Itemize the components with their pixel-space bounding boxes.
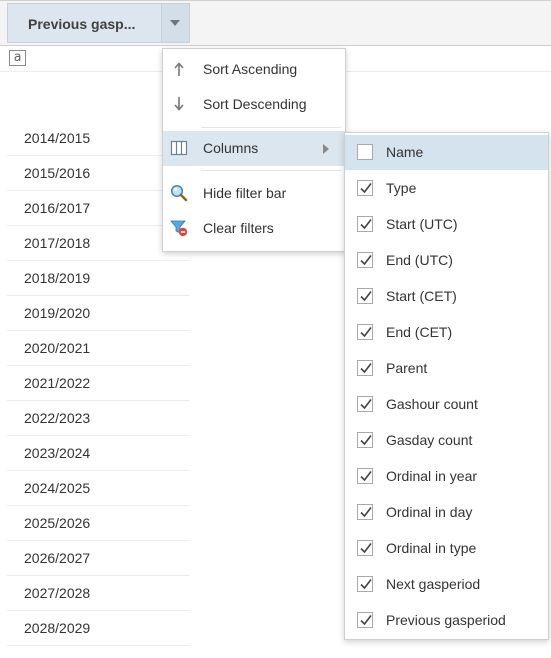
column-toggle-item[interactable]: End (UTC) bbox=[345, 243, 548, 278]
column-toggle-label: Gasday count bbox=[386, 432, 473, 448]
column-toggle-label: Ordinal in year bbox=[386, 468, 478, 484]
table-row[interactable]: 2027/2028 bbox=[7, 576, 190, 611]
arrow-up-icon bbox=[170, 60, 188, 78]
chevron-down-icon bbox=[170, 20, 180, 26]
column-toggle-label: End (CET) bbox=[386, 324, 453, 340]
text-filter-icon[interactable]: a bbox=[9, 50, 26, 66]
menu-item-label: Hide filter bar bbox=[203, 185, 287, 201]
checkbox-checked[interactable] bbox=[357, 360, 373, 376]
column-toggle-item[interactable]: Name bbox=[345, 135, 548, 170]
checkmark-icon bbox=[359, 541, 373, 558]
table-row[interactable]: 2024/2025 bbox=[7, 471, 190, 506]
column-toggle-item[interactable]: Ordinal in year bbox=[345, 459, 548, 494]
menu-item-sort-ascending[interactable]: Sort Ascending bbox=[163, 52, 345, 87]
column-toggle-label: Name bbox=[386, 144, 424, 160]
checkbox-unchecked[interactable] bbox=[357, 144, 373, 160]
checkmark-icon bbox=[359, 433, 373, 450]
arrow-down-icon bbox=[170, 95, 188, 113]
columns-icon bbox=[170, 139, 188, 157]
table-row[interactable]: 2019/2020 bbox=[7, 296, 190, 331]
menu-item-clear-filters[interactable]: Clear filters bbox=[163, 211, 345, 246]
checkbox-checked[interactable] bbox=[357, 396, 373, 412]
column-toggle-item[interactable]: Gasday count bbox=[345, 423, 548, 458]
column-toggle-item[interactable]: Next gasperiod bbox=[345, 567, 548, 602]
column-toggle-item[interactable]: Start (CET) bbox=[345, 279, 548, 314]
column-toggle-item[interactable]: Ordinal in day bbox=[345, 495, 548, 530]
column-toggle-item[interactable]: Ordinal in type bbox=[345, 531, 548, 566]
column-toggle-item[interactable]: Parent bbox=[345, 351, 548, 386]
checkbox-checked[interactable] bbox=[357, 504, 373, 520]
checkbox-checked[interactable] bbox=[357, 180, 373, 196]
column-toggle-item[interactable]: Start (UTC) bbox=[345, 207, 548, 242]
chevron-right-icon bbox=[323, 144, 329, 154]
menu-item-sort-descending[interactable]: Sort Descending bbox=[163, 87, 345, 122]
grid-view: Previous gasp... a 2014/2015 2015/2016 201… bbox=[0, 0, 551, 658]
table-row[interactable]: 2018/2019 bbox=[7, 261, 190, 296]
menu-separator bbox=[201, 127, 341, 128]
checkmark-icon bbox=[359, 361, 373, 378]
columns-submenu: Name Type Start (UTC) End (UTC) Start (CET) E… bbox=[344, 132, 549, 640]
checkbox-checked[interactable] bbox=[357, 432, 373, 448]
menu-item-label: Sort Descending bbox=[203, 96, 307, 112]
column-toggle-label: Gashour count bbox=[386, 396, 478, 412]
column-toggle-item[interactable]: End (CET) bbox=[345, 315, 548, 350]
table-row[interactable]: 2021/2022 bbox=[7, 366, 190, 401]
menu-item-hide-filter-bar[interactable]: Hide filter bar bbox=[163, 176, 345, 211]
column-toggle-label: Start (CET) bbox=[386, 288, 457, 304]
column-menu-trigger[interactable] bbox=[161, 4, 189, 42]
menu-separator bbox=[201, 170, 341, 171]
checkbox-checked[interactable] bbox=[357, 540, 373, 556]
column-menu: Sort Ascending Sort Descending Columns H… bbox=[162, 48, 346, 252]
magnifier-icon bbox=[170, 184, 188, 202]
checkbox-checked[interactable] bbox=[357, 252, 373, 268]
column-header-previous-gasperiod[interactable]: Previous gasp... bbox=[7, 3, 190, 43]
checkmark-icon bbox=[359, 325, 373, 342]
checkmark-icon bbox=[359, 577, 373, 594]
menu-item-label: Clear filters bbox=[203, 220, 274, 236]
column-toggle-label: Start (UTC) bbox=[386, 216, 458, 232]
table-row[interactable]: 2020/2021 bbox=[7, 331, 190, 366]
checkmark-icon bbox=[359, 469, 373, 486]
column-header-title: Previous gasp... bbox=[28, 16, 136, 32]
column-toggle-item[interactable]: Previous gasperiod bbox=[345, 603, 548, 638]
checkmark-icon bbox=[359, 613, 373, 630]
column-toggle-label: Previous gasperiod bbox=[386, 612, 506, 628]
menu-item-label: Columns bbox=[203, 140, 259, 156]
checkbox-checked[interactable] bbox=[357, 468, 373, 484]
table-row[interactable]: 2026/2027 bbox=[7, 541, 190, 576]
grid-header: Previous gasp... bbox=[0, 0, 551, 46]
column-toggle-label: Ordinal in type bbox=[386, 540, 477, 556]
column-toggle-label: Ordinal in day bbox=[386, 504, 473, 520]
table-row[interactable]: 2028/2029 bbox=[7, 611, 190, 646]
funnel-clear-icon bbox=[170, 219, 188, 237]
column-toggle-item[interactable]: Type bbox=[345, 171, 548, 206]
table-row[interactable]: 2025/2026 bbox=[7, 506, 190, 541]
menu-item-columns[interactable]: Columns bbox=[163, 131, 345, 166]
checkmark-icon bbox=[359, 253, 373, 270]
checkmark-icon bbox=[359, 505, 373, 522]
checkmark-icon bbox=[359, 289, 373, 306]
column-toggle-item[interactable]: Gashour count bbox=[345, 387, 548, 422]
column-toggle-label: Type bbox=[386, 180, 417, 196]
checkbox-checked[interactable] bbox=[357, 216, 373, 232]
column-toggle-label: End (UTC) bbox=[386, 252, 453, 268]
checkmark-icon bbox=[359, 217, 373, 234]
checkmark-icon bbox=[359, 397, 373, 414]
checkbox-checked[interactable] bbox=[357, 612, 373, 628]
column-toggle-label: Parent bbox=[386, 360, 428, 376]
checkmark-icon bbox=[359, 181, 373, 198]
checkbox-checked[interactable] bbox=[357, 576, 373, 592]
menu-item-label: Sort Ascending bbox=[203, 61, 298, 77]
checkbox-checked[interactable] bbox=[357, 288, 373, 304]
table-row[interactable]: 2023/2024 bbox=[7, 436, 190, 471]
checkbox-checked[interactable] bbox=[357, 324, 373, 340]
table-row[interactable]: 2022/2023 bbox=[7, 401, 190, 436]
column-toggle-label: Next gasperiod bbox=[386, 576, 481, 592]
